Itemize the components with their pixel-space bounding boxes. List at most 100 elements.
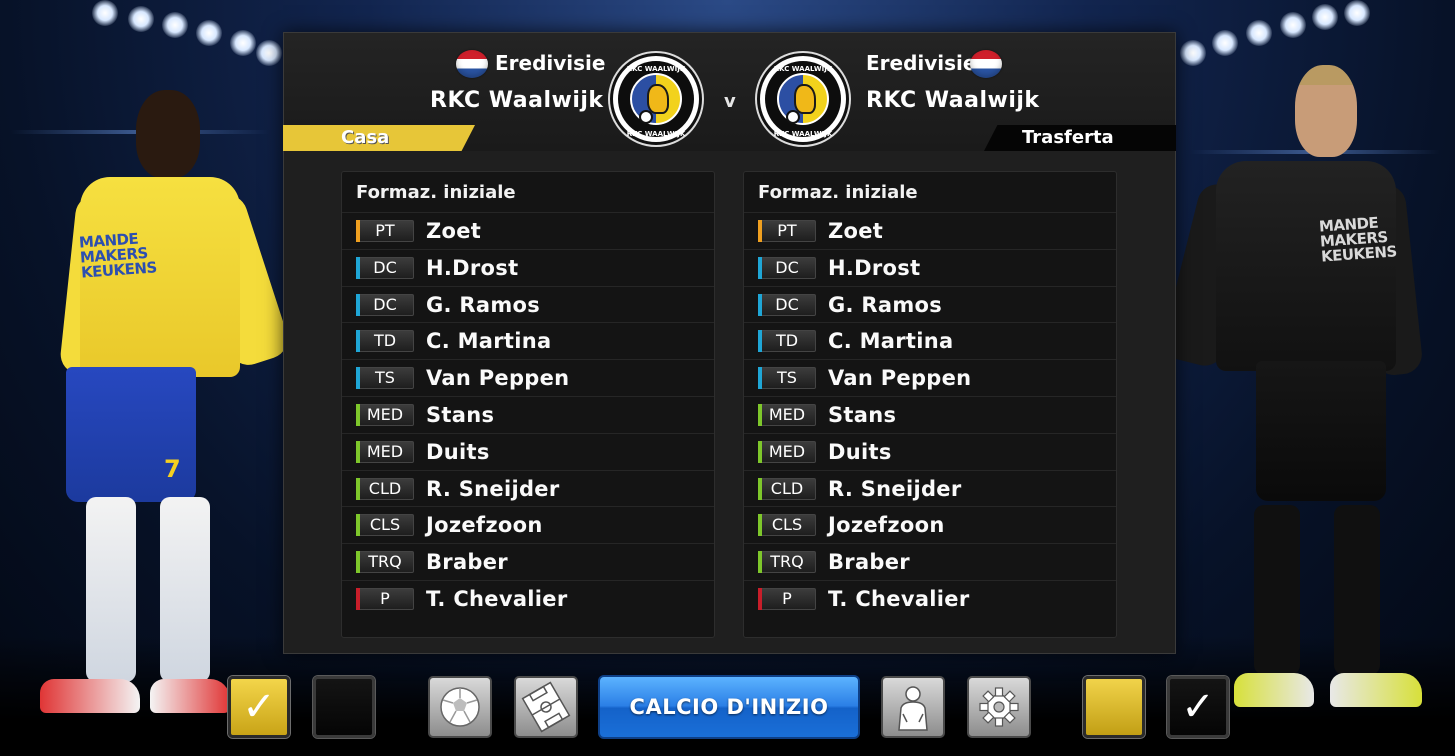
lineup-row[interactable]: PT Zoet (744, 212, 1116, 249)
away-lineup-list: PT Zoet DC H.Drost DC G. Ramos TD C. Martina TS V… (744, 212, 1116, 617)
home-lineup-title: Formaz. iniziale (356, 182, 516, 203)
player-name: Braber (828, 550, 910, 575)
player-name: Duits (828, 439, 892, 464)
lineup-row[interactable]: TS Van Peppen (744, 359, 1116, 396)
ball-button[interactable] (428, 676, 492, 738)
lineup-row[interactable]: P T. Chevalier (744, 579, 1116, 617)
player-name: T. Chevalier (426, 586, 568, 611)
lineup-row[interactable]: P T. Chevalier (342, 579, 714, 617)
player-boot (150, 679, 230, 713)
home-kit-1-button[interactable]: ✓ (228, 676, 290, 738)
position-badge: PT (758, 220, 816, 242)
position-badge: CLS (356, 514, 414, 537)
player-name: Duits (426, 439, 490, 464)
lineup-row[interactable]: TRQ Braber (342, 543, 714, 580)
lineup-row[interactable]: CLD R. Sneijder (342, 469, 714, 507)
away-lineup-title: Formaz. iniziale (758, 182, 918, 203)
home-league-name: Eredivisie (495, 51, 606, 75)
netherlands-flag-icon (970, 50, 1002, 78)
player-shirt (1216, 161, 1396, 371)
position-badge: TD (758, 330, 816, 353)
formation-button[interactable] (514, 676, 578, 738)
lineup-row[interactable]: TS Van Peppen (342, 359, 714, 396)
position-badge: TRQ (758, 551, 816, 574)
settings-button[interactable] (967, 676, 1031, 738)
lineup-row[interactable]: DC H.Drost (744, 248, 1116, 286)
player-name: Stans (828, 402, 897, 427)
lineup-row[interactable]: MED Duits (744, 432, 1116, 470)
home-kit-2-button[interactable] (313, 676, 375, 738)
home-lineup-panel[interactable]: Formaz. iniziale PT Zoet DC H.Drost DC G. Ram… (341, 171, 715, 638)
home-team-crest-icon: RKC WAALWIJK RKC WAALWIJK (610, 53, 702, 145)
player-name: Jozefzoon (828, 513, 945, 538)
player-head (1295, 65, 1357, 157)
lineup-row[interactable]: MED Stans (342, 395, 714, 433)
player-boot (1234, 673, 1314, 707)
lineup-row[interactable]: DC G. Ramos (744, 285, 1116, 323)
away-kit-2-button[interactable]: ✓ (1167, 676, 1229, 738)
player-name: H.Drost (828, 255, 921, 280)
away-lineup-panel[interactable]: Formaz. iniziale PT Zoet DC H.Drost DC G. Ram… (743, 171, 1117, 638)
lineup-row[interactable]: CLD R. Sneijder (744, 469, 1116, 507)
lineup-row[interactable]: TD C. Martina (744, 322, 1116, 359)
player-name: T. Chevalier (828, 586, 970, 611)
position-badge: TS (758, 367, 816, 390)
lineup-row[interactable]: TD C. Martina (342, 322, 714, 359)
away-player-model: MANDE MAKERS KEUKENS (1159, 65, 1440, 725)
lineup-row[interactable]: PT Zoet (342, 212, 714, 249)
versus-label: v (724, 91, 736, 112)
player-button[interactable] (881, 676, 945, 738)
check-icon: ✓ (1181, 684, 1215, 730)
lineup-row[interactable]: MED Duits (342, 432, 714, 470)
position-badge: PT (356, 220, 414, 242)
home-player-model: MANDE MAKERS KEUKENS 7 (40, 85, 293, 725)
player-name: G. Ramos (828, 292, 943, 317)
player-sock (1254, 505, 1300, 675)
player-name: Van Peppen (426, 366, 570, 391)
check-icon: ✓ (242, 684, 276, 730)
stadium-light (1280, 12, 1306, 38)
stadium-light (128, 6, 154, 32)
crest-ball (639, 110, 653, 124)
position-badge: DC (758, 293, 816, 316)
position-badge: TS (356, 367, 414, 390)
away-team-name: RKC Waalwijk (866, 88, 1040, 113)
lineup-row[interactable]: CLS Jozefzoon (342, 506, 714, 543)
player-boot (1330, 673, 1422, 707)
position-badge: MED (758, 403, 816, 426)
player-sock (86, 497, 136, 682)
stadium-light (196, 20, 222, 46)
stadium-light (1312, 4, 1338, 30)
lineup-row[interactable]: TRQ Braber (744, 543, 1116, 580)
home-side-tag: Casa (283, 125, 475, 151)
netherlands-flag-icon (456, 50, 488, 78)
player-head (136, 90, 200, 178)
position-badge: P (356, 587, 414, 610)
kickoff-button[interactable]: CALCIO D'INIZIO (598, 675, 860, 739)
shirt-number: 7 (164, 455, 181, 483)
stadium-light (1212, 30, 1238, 56)
away-team-crest-icon: RKC WAALWIJK RKC WAALWIJK (757, 53, 849, 145)
away-kit-1-button[interactable] (1083, 676, 1145, 738)
home-side-label: Casa (341, 127, 390, 148)
position-badge: MED (356, 440, 414, 463)
position-badge: MED (758, 440, 816, 463)
position-badge: CLD (758, 477, 816, 500)
away-league-name: Eredivisie (866, 51, 977, 75)
player-sock (1334, 505, 1380, 675)
player-boot (40, 679, 140, 713)
home-lineup-list: PT Zoet DC H.Drost DC G. Ramos TD C. Martina TS V… (342, 212, 714, 617)
lineup-row[interactable]: CLS Jozefzoon (744, 506, 1116, 543)
stadium-light (162, 12, 188, 38)
away-side-label: Trasferta (1022, 127, 1114, 148)
lineup-row[interactable]: DC H.Drost (342, 248, 714, 286)
shirt-sponsor: MANDE MAKERS KEUKENS (78, 229, 158, 282)
player-name: H.Drost (426, 255, 519, 280)
position-badge: CLD (356, 477, 414, 500)
lineup-row[interactable]: MED Stans (744, 395, 1116, 433)
position-badge: DC (356, 256, 414, 279)
player-name: G. Ramos (426, 292, 541, 317)
crest-text: RKC WAALWIJK (773, 65, 833, 73)
shirt-sponsor: MANDE MAKERS KEUKENS (1318, 213, 1398, 266)
lineup-row[interactable]: DC G. Ramos (342, 285, 714, 323)
